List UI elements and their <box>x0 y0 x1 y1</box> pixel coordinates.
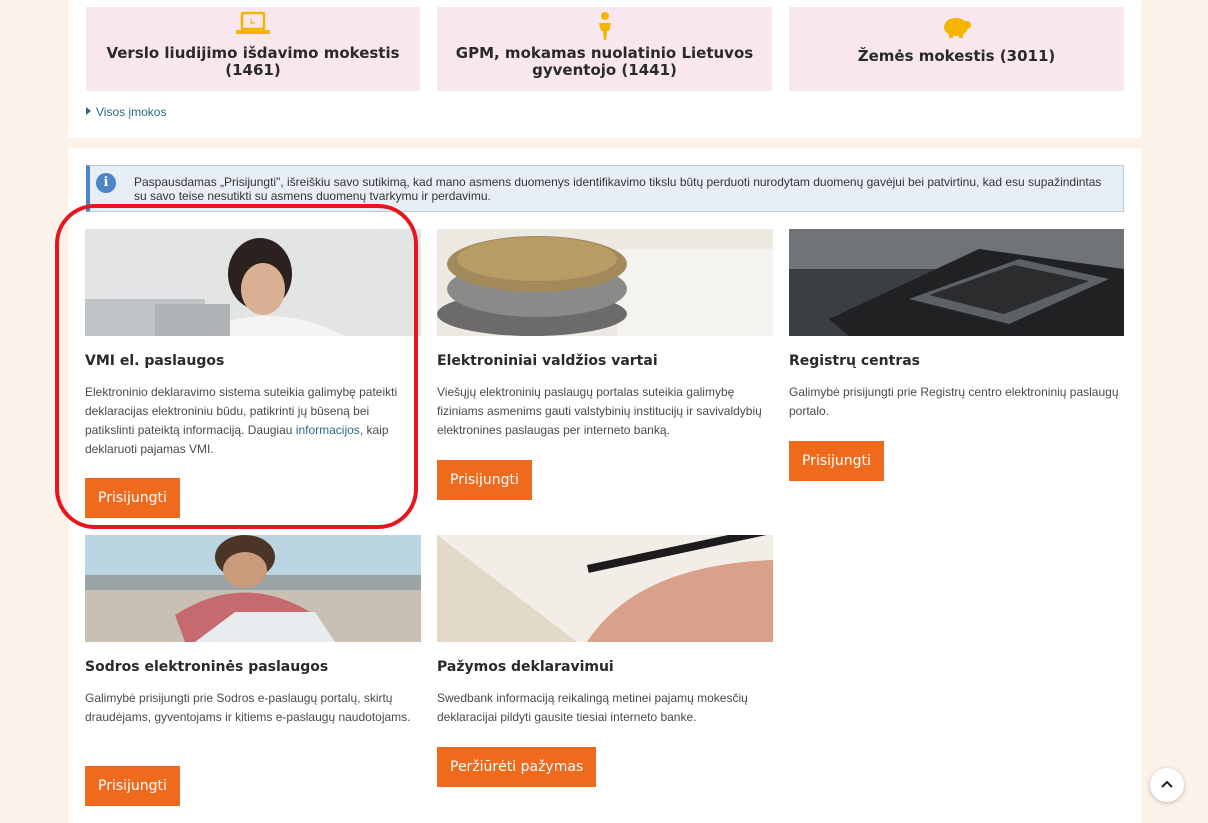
service-card-registry: Registrų centras Galimybė prisijungti pr… <box>789 229 1124 421</box>
chevron-up-icon <box>1161 780 1173 788</box>
service-description: Viešųjų elektroninių paslaugų portalas s… <box>437 385 762 437</box>
laptop-icon <box>233 11 273 44</box>
service-title: Pažymos deklaravimui <box>437 659 614 675</box>
payment-card-title: Verslo liudijimo išdavimo mokestis (1461… <box>106 44 400 79</box>
service-title: Elektroniniai valdžios vartai <box>437 353 658 369</box>
service-card-certificates: Pažymos deklaravimui Swedbank informacij… <box>437 535 773 727</box>
service-description: Galimybė prisijungti prie Sodros e-pasla… <box>85 691 411 724</box>
payment-card-income-tax[interactable]: GPM, mokamas nuolatinio Lietuvos gyvento… <box>437 7 772 91</box>
service-image-woman-reading <box>85 535 421 642</box>
service-description: Swedbank informaciją reikalingą metinei … <box>437 691 748 724</box>
info-icon: i <box>96 173 116 193</box>
service-card-gateway: Elektroniniai valdžios vartai Viešųjų el… <box>437 229 773 440</box>
service-image-coins <box>437 229 773 336</box>
service-description: Galimybė prisijungti prie Registrų centr… <box>789 385 1119 418</box>
section-gap <box>68 138 1141 148</box>
person-icon <box>595 11 615 46</box>
payment-card-title: GPM, mokamas nuolatinio Lietuvos gyvento… <box>455 44 754 79</box>
page-background-right <box>1140 0 1208 823</box>
payment-card-land-tax[interactable]: Žemės mokestis (3011) <box>789 7 1124 91</box>
scroll-to-top-button[interactable] <box>1150 768 1184 802</box>
service-image-phone <box>789 229 1124 336</box>
service-title: Registrų centras <box>789 353 921 369</box>
service-title: Sodros elektroninės paslaugos <box>85 659 329 675</box>
sodra-login-button[interactable]: Prisijungti <box>85 766 180 806</box>
gateway-login-button[interactable]: Prisijungti <box>437 460 532 500</box>
piggy-bank-icon <box>940 11 974 44</box>
triangle-right-icon <box>86 107 91 115</box>
view-certificates-button[interactable]: Peržiūrėti pažymas <box>437 747 597 787</box>
payment-card-business-license[interactable]: Verslo liudijimo išdavimo mokestis (1461… <box>86 7 420 91</box>
consent-notice-text: Paspausdamas „Prisijungti", išreiškiu sa… <box>134 175 1102 203</box>
registry-login-button[interactable]: Prisijungti <box>789 441 884 481</box>
all-payments-label: Visos įmokos <box>96 105 167 119</box>
payment-card-title: Žemės mokestis (3011) <box>857 47 1056 65</box>
service-card-sodra: Sodros elektroninės paslaugos Galimybė p… <box>85 535 421 727</box>
all-payments-link[interactable]: Visos įmokos <box>86 105 166 119</box>
highlight-outline <box>55 204 418 529</box>
service-image-pen <box>437 535 773 642</box>
